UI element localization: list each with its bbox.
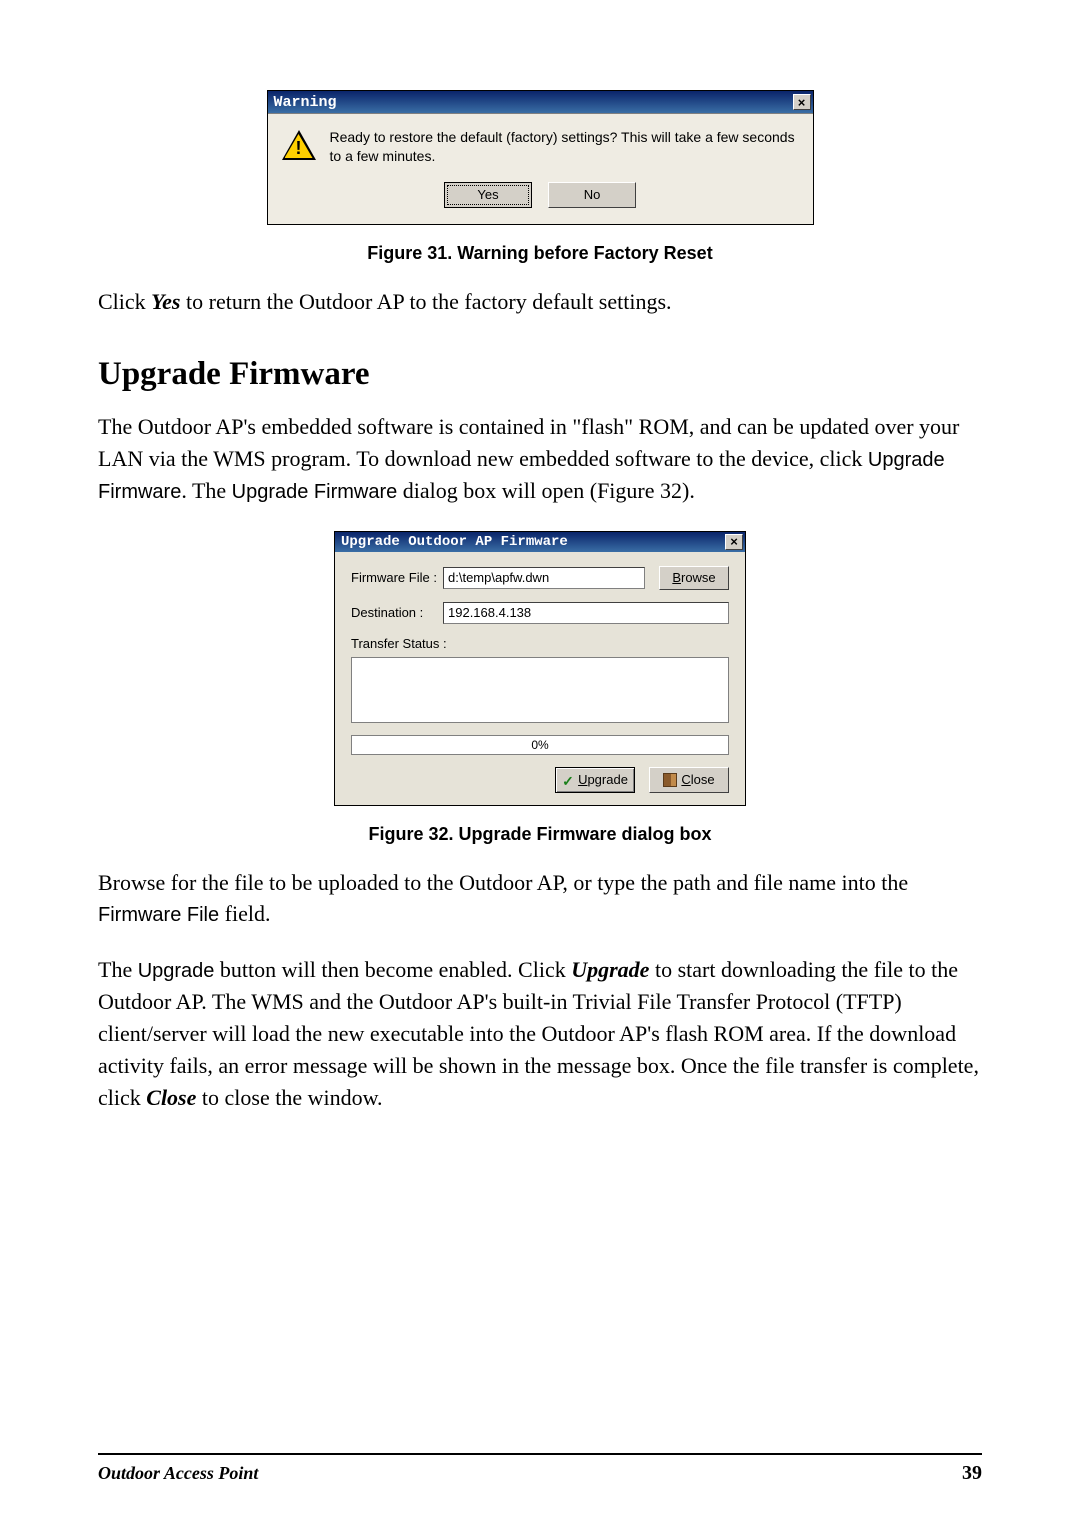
text: to close the window.: [196, 1085, 382, 1110]
text: button will then become enabled. Click: [214, 957, 571, 982]
browse-button[interactable]: Browse: [659, 566, 729, 590]
fw-titlebar: Upgrade Outdoor AP Firmware ×: [335, 532, 745, 552]
yes-button[interactable]: Yes: [444, 182, 532, 208]
progress-text: 0%: [531, 738, 548, 752]
emphasis-yes: Yes: [151, 289, 180, 314]
firmware-file-label: Firmware File :: [351, 570, 437, 585]
text: Click: [98, 289, 151, 314]
text: Browse for the file to be uploaded to th…: [98, 870, 908, 895]
text: to return the Outdoor AP to the factory …: [181, 289, 672, 314]
warning-message: Ready to restore the default (factory) s…: [330, 128, 799, 166]
footer-title: Outdoor Access Point: [98, 1463, 258, 1484]
upgrade-firmware-dialog: Upgrade Outdoor AP Firmware × Firmware F…: [334, 531, 746, 806]
transfer-status-box: [351, 657, 729, 723]
upgrade-button[interactable]: Upgrade: [555, 767, 635, 793]
transfer-status-label: Transfer Status :: [351, 636, 729, 651]
close-icon[interactable]: ×: [725, 534, 743, 550]
check-icon: [562, 774, 574, 786]
door-icon: [663, 773, 677, 787]
ui-term: Firmware File: [98, 904, 219, 926]
close-button[interactable]: Close: [649, 767, 729, 793]
no-button[interactable]: No: [548, 182, 636, 208]
ui-term: Upgrade: [138, 960, 215, 982]
text: The: [98, 957, 138, 982]
warning-titlebar: Warning ×: [268, 91, 813, 113]
destination-label: Destination :: [351, 605, 437, 620]
figure-31-caption: Figure 31. Warning before Factory Reset: [98, 243, 982, 264]
paragraph-upgrade: The Upgrade button will then become enab…: [98, 954, 982, 1114]
text: . The: [181, 478, 231, 503]
paragraph-firmware-intro: The Outdoor AP's embedded software is co…: [98, 411, 982, 507]
firmware-file-input[interactable]: d:\temp\apfw.dwn: [443, 567, 645, 589]
paragraph-click-yes: Click Yes to return the Outdoor AP to th…: [98, 286, 982, 318]
progress-bar: 0%: [351, 735, 729, 755]
warning-title: Warning: [274, 94, 337, 111]
page-footer: Outdoor Access Point 39: [98, 1462, 982, 1485]
footer-rule: [98, 1453, 982, 1455]
ui-term: Upgrade Firmware: [232, 481, 398, 503]
emphasis: Upgrade: [571, 957, 649, 982]
warning-dialog: Warning × Ready to restore the default (…: [267, 90, 814, 225]
destination-input[interactable]: 192.168.4.138: [443, 602, 729, 624]
page-number: 39: [962, 1462, 982, 1485]
emphasis: Close: [146, 1085, 196, 1110]
fw-title: Upgrade Outdoor AP Firmware: [341, 534, 568, 550]
paragraph-browse: Browse for the file to be uploaded to th…: [98, 867, 982, 931]
text: The Outdoor AP's embedded software is co…: [98, 414, 959, 471]
figure-32-caption: Figure 32. Upgrade Firmware dialog box: [98, 824, 982, 845]
text: dialog box will open (Figure 32).: [397, 478, 695, 503]
text: field.: [219, 901, 270, 926]
warning-icon: [282, 128, 316, 162]
close-icon[interactable]: ×: [793, 94, 811, 110]
section-heading-upgrade-firmware: Upgrade Firmware: [98, 356, 982, 393]
